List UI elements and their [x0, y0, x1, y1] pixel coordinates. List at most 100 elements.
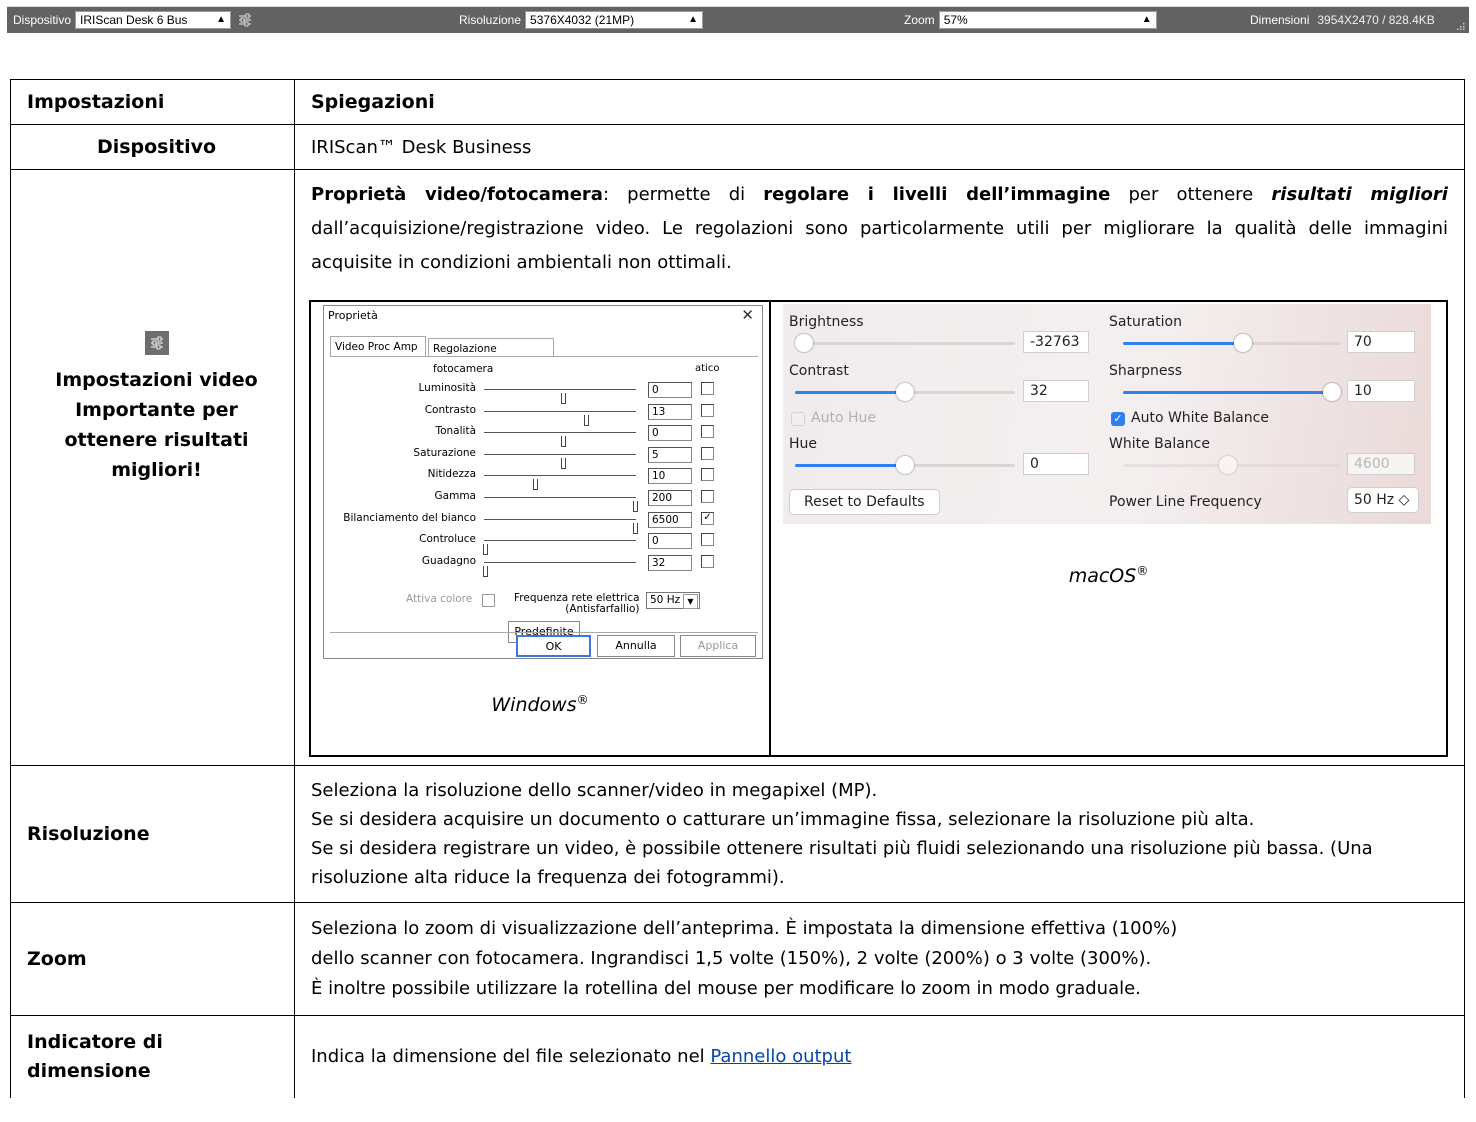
property-row: Bilanciamento del bianco 6500 ✓	[330, 509, 750, 534]
auto-checkbox[interactable]	[701, 533, 714, 547]
property-value-field[interactable]: 32	[648, 554, 692, 571]
brightness-field[interactable]: -32763	[1023, 331, 1089, 353]
saturation-field[interactable]: 70	[1347, 331, 1415, 353]
sharpness-field[interactable]: 10	[1347, 380, 1415, 402]
tab-video-proc-amp[interactable]: Video Proc Amp	[330, 336, 426, 357]
auto-white-balance-label: Auto White Balance	[1131, 410, 1269, 426]
reset-defaults-button[interactable]: Reset to Defaults	[789, 489, 940, 515]
hue-label: Hue	[789, 436, 818, 452]
device-select[interactable]: IRIScan Desk 6 Bus ▲	[75, 10, 232, 29]
auto-checkbox[interactable]	[701, 490, 714, 503]
auto-checkbox[interactable]	[701, 425, 714, 439]
property-value-field[interactable]: 0	[648, 382, 692, 398]
property-value-field[interactable]: 0	[648, 425, 692, 442]
output-panel-link[interactable]: Pannello output	[710, 1046, 851, 1067]
resolution-text-line: Se si desidera acquisire un documento o …	[311, 809, 1255, 830]
zoom-select[interactable]: 57% ▲	[938, 10, 1157, 29]
resolution-text-line: Seleziona la risoluzione dello scanner/v…	[311, 780, 878, 801]
windows-cell: Proprietà ✕ Video Proc Amp Regolazione f…	[309, 300, 771, 757]
property-value-field[interactable]: 10	[648, 468, 692, 485]
hue-slider[interactable]	[795, 456, 1015, 474]
property-slider[interactable]	[484, 453, 636, 469]
property-value-field[interactable]: 200	[648, 490, 692, 506]
windows-properties-dialog: Proprietà ✕ Video Proc Amp Regolazione f…	[323, 305, 763, 659]
mac-camera-panel: Brightness -32763 Contrast 32 Auto Hue H…	[783, 304, 1431, 524]
brightness-slider[interactable]	[795, 334, 1015, 352]
powerline-label-line: (Antisfarfallio)	[565, 603, 640, 615]
zoom-text-line: Seleziona lo zoom di visualizzazione del…	[311, 918, 1178, 939]
size-row-text: Indica la dimensione del file selezionat…	[294, 1015, 1465, 1098]
white-balance-slider[interactable]	[1123, 456, 1341, 474]
slider-knob[interactable]	[1323, 383, 1341, 401]
tab-camera-control[interactable]: Regolazione fotocamera	[428, 338, 554, 375]
sharpness-slider[interactable]	[1123, 383, 1341, 401]
cancel-button[interactable]: Annulla	[597, 635, 675, 657]
slider-knob[interactable]	[1218, 456, 1237, 474]
property-row: Guadagno 32	[330, 552, 750, 577]
contrast-field[interactable]: 32	[1023, 380, 1089, 402]
table-row-zoom: Zoom Seleziona lo zoom di visualizzazion…	[10, 902, 1465, 1016]
property-slider[interactable]	[484, 475, 636, 491]
settings-table: Impostazioni Spiegazioni Dispositivo IRI…	[10, 79, 1465, 1098]
property-value-field[interactable]: 13	[648, 403, 692, 420]
property-slider[interactable]	[484, 389, 636, 404]
video-settings-explanation: Proprietà video/fotocamera: permette di …	[294, 169, 1465, 766]
chevron-down-icon: ▼	[683, 594, 698, 609]
sharpness-label: Sharpness	[1109, 363, 1183, 379]
auto-checkbox[interactable]	[701, 382, 714, 395]
apply-button[interactable]: Applica	[680, 635, 756, 657]
registered-mark: ®	[576, 693, 589, 707]
windows-caption-text: Windows	[491, 694, 577, 717]
close-icon[interactable]: ✕	[741, 306, 754, 324]
slider-knob[interactable]	[1233, 334, 1252, 352]
property-row: Luminosità 0	[330, 379, 750, 404]
contrast-slider[interactable]	[795, 383, 1015, 401]
property-label: Contrasto	[424, 403, 476, 416]
resolution-row-text: Seleziona la risoluzione dello scanner/v…	[294, 765, 1465, 903]
auto-hue-checkbox[interactable]	[791, 412, 805, 426]
ok-button[interactable]: OK	[516, 635, 591, 657]
dialog-divider	[330, 632, 758, 633]
hue-field[interactable]: 0	[1023, 453, 1089, 475]
property-label: Saturazione	[413, 446, 476, 459]
auto-checkbox[interactable]	[701, 403, 714, 417]
auto-checkbox[interactable]	[701, 446, 714, 460]
slider-fill	[795, 464, 905, 467]
size-label-line: Indicatore di	[27, 1030, 163, 1053]
color-enable-checkbox[interactable]	[482, 594, 495, 607]
powerline-select[interactable]: 50 Hz ▼	[646, 592, 700, 609]
property-slider[interactable]	[484, 432, 636, 448]
saturation-slider[interactable]	[1123, 334, 1341, 352]
auto-checkbox[interactable]: ✓	[701, 511, 714, 525]
slider-fill	[1123, 391, 1341, 394]
property-value-field[interactable]: 5	[648, 446, 692, 463]
property-slider[interactable]	[483, 540, 636, 556]
size-label: Dimensioni	[1250, 12, 1310, 27]
property-label: Bilanciamento del bianco	[343, 511, 476, 524]
property-value-field[interactable]: 0	[648, 533, 692, 550]
white-balance-field[interactable]: 4600	[1347, 453, 1415, 475]
slider-thumb[interactable]	[483, 565, 488, 577]
auto-checkbox[interactable]	[701, 554, 714, 568]
property-label: Controluce	[419, 533, 476, 546]
resolution-select[interactable]: 5376X4032 (21MP) ▲	[525, 10, 704, 29]
slider-knob[interactable]	[795, 334, 813, 352]
resolution-select-value: 5376X4032 (21MP)	[530, 12, 635, 27]
property-slider[interactable]	[484, 410, 636, 426]
property-slider[interactable]	[484, 497, 638, 512]
zoom-dropdown-arrow-icon: ▲	[1141, 14, 1152, 25]
resize-grip-icon[interactable]	[1456, 23, 1465, 30]
slider-knob[interactable]	[896, 383, 914, 401]
color-enable-label: Attiva colore	[406, 593, 473, 605]
power-line-select[interactable]: 50 Hz ◇	[1347, 487, 1419, 513]
property-slider[interactable]	[483, 561, 636, 577]
device-label: Dispositivo	[13, 12, 72, 27]
auto-checkbox[interactable]	[701, 468, 714, 482]
property-slider[interactable]	[484, 518, 638, 534]
slider-knob[interactable]	[896, 456, 914, 474]
mac-cell: Brightness -32763 Contrast 32 Auto Hue H…	[769, 300, 1448, 757]
powerline-label: Frequenza rete elettrica (Antisfarfallio…	[514, 593, 640, 615]
auto-white-balance-checkbox[interactable]: ✓	[1111, 412, 1125, 426]
property-value-field[interactable]: 6500	[648, 511, 692, 528]
video-settings-icon[interactable]	[237, 12, 253, 28]
